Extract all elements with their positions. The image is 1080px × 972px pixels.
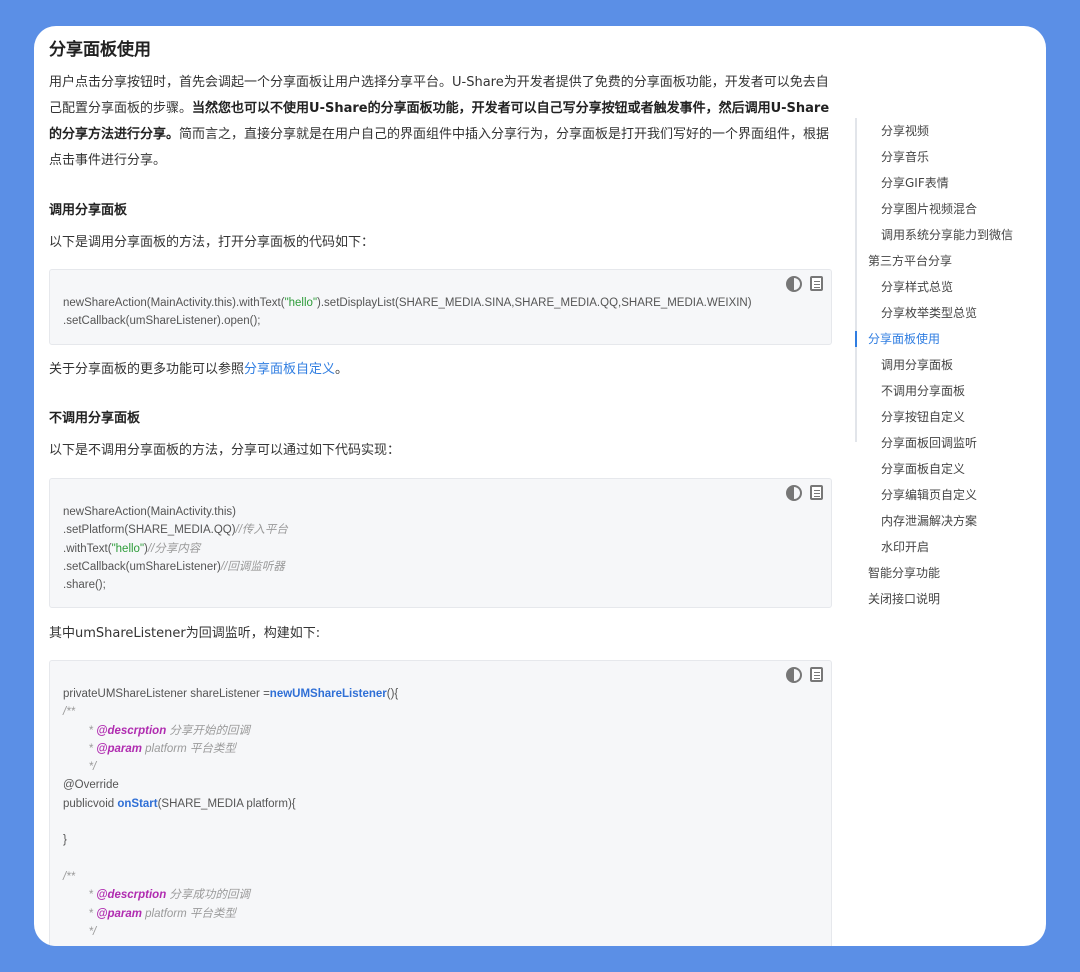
code-line: .setCallback(umShareListener).open(); — [63, 315, 261, 328]
toc-item[interactable]: 调用系统分享能力到微信 — [855, 222, 1040, 248]
toc-item[interactable]: 分享GIF表情 — [855, 170, 1040, 196]
code-line: .setCallback(umShareListener)//回调监听器 — [63, 560, 285, 573]
section-desc: 以下是调用分享面板的方法，打开分享面板的代码如下： — [49, 235, 375, 250]
code-line: * @descrption 分享开始的回调 — [63, 724, 250, 737]
toc-item[interactable]: 智能分享功能 — [855, 560, 1040, 586]
toc-item[interactable]: 关闭接口说明 — [855, 586, 1040, 612]
more-info-line: 关于分享面板的更多功能可以参照分享面板自定义。 — [49, 362, 349, 377]
code-block-direct-share: newShareAction(MainActivity.this) .setPl… — [49, 478, 832, 608]
toc-item[interactable]: 分享枚举类型总览 — [855, 300, 1040, 326]
code-line: */ — [88, 925, 97, 938]
code-tools — [786, 667, 823, 683]
code-line: newShareAction(MainActivity.this).withTe… — [63, 297, 752, 309]
toc-item[interactable]: 分享面板使用 — [855, 326, 1040, 352]
intro-paragraph: 用户点击分享按钮时，首先会调起一个分享面板让用户选择分享平台。U-Share为开… — [49, 70, 832, 174]
code-tools — [786, 485, 823, 501]
code-line: publicvoid onStart(SHARE_MEDIA platform)… — [63, 797, 296, 810]
code-line: privateUMShareListener shareListener =ne… — [63, 688, 399, 700]
code-tools — [786, 276, 823, 292]
code-line: .withText("hello")//分享内容 — [63, 542, 201, 555]
section-desc: 以下是不调用分享面板的方法，分享可以通过如下代码实现： — [49, 443, 401, 458]
toc-item[interactable]: 分享按钮自定义 — [855, 404, 1040, 430]
copy-icon[interactable] — [810, 276, 823, 291]
theme-toggle-icon[interactable] — [786, 485, 802, 501]
toc-item[interactable]: 不调用分享面板 — [855, 378, 1040, 404]
toc-item[interactable]: 分享样式总览 — [855, 274, 1040, 300]
toc-item[interactable]: 分享视频 — [855, 118, 1040, 144]
code-line: newShareAction(MainActivity.this) — [63, 506, 236, 518]
code-line: .setPlatform(SHARE_MEDIA.QQ)//传入平台 — [63, 524, 288, 537]
doc-card: 分享面板使用 用户点击分享按钮时，首先会调起一个分享面板让用户选择分享平台。U-… — [34, 26, 1046, 946]
code-line: @Override — [63, 779, 119, 792]
code-block-open-panel: newShareAction(MainActivity.this).withTe… — [49, 269, 832, 345]
toc-item[interactable]: 分享图片视频混合 — [855, 196, 1040, 222]
toc-item[interactable]: 分享面板回调监听 — [855, 430, 1040, 456]
code-line: * @param platform 平台类型 — [63, 742, 236, 755]
table-of-contents: 分享视频 分享音乐 分享GIF表情 分享图片视频混合 调用系统分享能力到微信 第三方平台分… — [855, 118, 1040, 612]
toc-item[interactable]: 分享编辑页自定义 — [855, 482, 1040, 508]
listener-desc: 其中umShareListener为回调监听，构建如下: — [49, 626, 321, 641]
code-block-listener: privateUMShareListener shareListener =ne… — [49, 660, 832, 946]
theme-toggle-icon[interactable] — [786, 276, 802, 292]
code-line: /** — [63, 870, 76, 883]
toc-item[interactable]: 内存泄漏解决方案 — [855, 508, 1040, 534]
copy-icon[interactable] — [810, 667, 823, 682]
code-line: * @param platform 平台类型 — [63, 907, 236, 920]
code-line: /** — [63, 706, 76, 719]
code-line: } — [63, 834, 67, 847]
section-heading-call-panel: 调用分享面板 — [49, 203, 128, 218]
toc-item[interactable]: 调用分享面板 — [855, 352, 1040, 378]
code-line: * @descrption 分享成功的回调 — [63, 889, 250, 902]
toc-item[interactable]: 分享音乐 — [855, 144, 1040, 170]
page-title: 分享面板使用 — [49, 40, 151, 60]
toc-item[interactable]: 水印开启 — [855, 534, 1040, 560]
copy-icon[interactable] — [810, 485, 823, 500]
toc-item[interactable]: 分享面板自定义 — [855, 456, 1040, 482]
code-line: .share(); — [63, 579, 106, 592]
code-line: */ — [88, 761, 97, 774]
section-heading-no-panel: 不调用分享面板 — [49, 411, 141, 426]
toc-item[interactable]: 第三方平台分享 — [855, 248, 1040, 274]
panel-customize-link[interactable]: 分享面板自定义 — [244, 362, 335, 377]
theme-toggle-icon[interactable] — [786, 667, 802, 683]
